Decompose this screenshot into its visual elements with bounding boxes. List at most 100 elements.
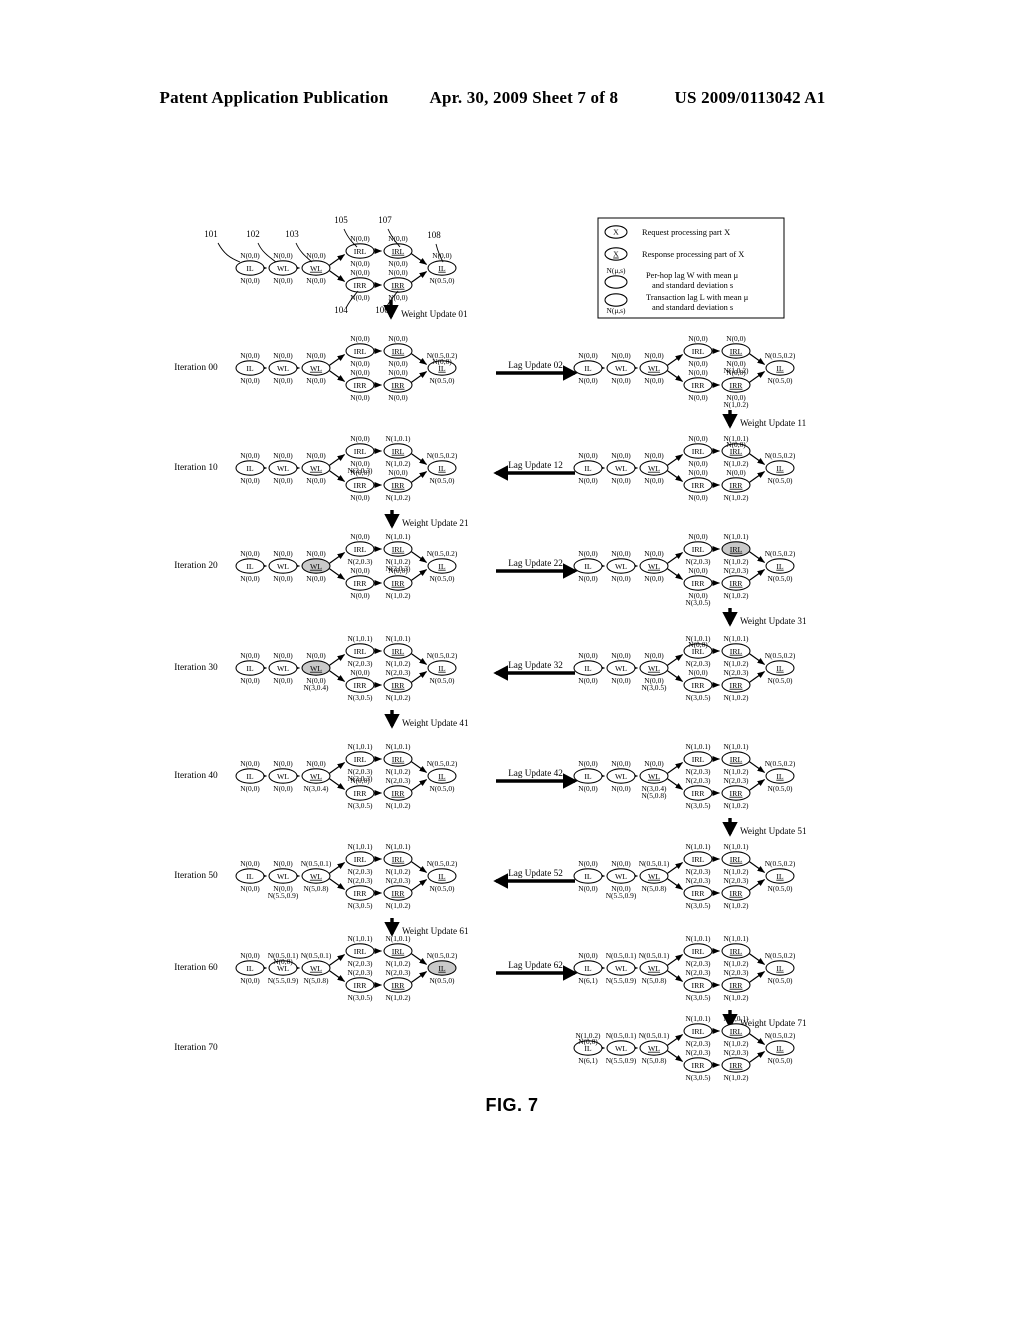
- node-top-dist-alt-wl1: N(0,0): [273, 957, 293, 966]
- node-label-irr2: IRR: [392, 481, 406, 490]
- node-top-dist-il2: N(0.5,0.2): [765, 549, 796, 558]
- node-bottom-dist-irr2: N(1,0.2): [723, 693, 749, 702]
- node-label-irl1: IRL: [354, 247, 367, 256]
- node-bottom-dist-il1: N(0,0): [240, 976, 260, 985]
- graph-edge: [749, 1033, 765, 1045]
- graph-edge: [749, 453, 765, 465]
- node-top-dist-irr2: N(2,0.3): [385, 968, 411, 977]
- node-top-dist-il1: N(0,0): [578, 549, 598, 558]
- node-bottom-dist-il2: N(0.5,0): [429, 784, 455, 793]
- node-top-dist-il1: N(0,0): [240, 351, 260, 360]
- graph-edge: [667, 354, 683, 366]
- node-top-dist-irr1: N(0,0): [688, 668, 708, 677]
- graph-edge: [667, 778, 683, 790]
- node-top-dist-irl2: N(1,0.1): [723, 1014, 749, 1023]
- node-bottom-dist-irl2: N(1,0.2): [723, 959, 749, 968]
- node-label-wl1: WL: [615, 364, 627, 373]
- graph-edge: [749, 671, 765, 683]
- node-bottom-dist-il1: N(6,1): [578, 976, 598, 985]
- node-label-wl1: WL: [615, 964, 627, 973]
- node-label-il1: IL: [584, 964, 592, 973]
- node-label-irr2: IRR: [730, 579, 744, 588]
- iteration-4-right-graph: IL N(0,0) N(0,0) WL N(0,0) N(0,0) WL N(0,0) N(3,…: [573, 742, 796, 810]
- node-top-dist-il2: N(0.5,0.2): [765, 951, 796, 960]
- node-label-irr2: IRR: [730, 681, 744, 690]
- node-bottom-dist-irl2: N(1,0.2): [723, 867, 749, 876]
- node-bottom-dist-irl2: N(1,0.2): [723, 767, 749, 776]
- node-bottom-dist-irl2: N(1,0.2): [723, 659, 749, 668]
- node-bottom-dist-irl2: N(1,0.2): [723, 557, 749, 566]
- node-bottom-dist-il2: N(0.5,0): [767, 884, 793, 893]
- node-bottom-dist-wl2: N(0,0): [306, 276, 326, 285]
- iteration-5-right-graph: ILN(0,0)N(0,0)WLN(0,0)N(0,0)N(5.5,0.9)WL…: [573, 842, 796, 910]
- node-top-dist-wl2: N(0,0): [644, 451, 664, 460]
- node-top-dist-irl1: N(1,0.1): [347, 934, 373, 943]
- lag-update-label-0: Lag Update 02: [508, 360, 563, 370]
- reference-leader-101: [217, 242, 241, 263]
- node-bottom-dist-irl2: N(1,0.2): [385, 959, 411, 968]
- node-top-dist-irr2: N(0,0): [726, 368, 746, 377]
- node-bottom-dist-irr2: N(1,0.2): [723, 801, 749, 810]
- node-label-wl2: WL: [648, 1044, 660, 1053]
- graph-edge: [667, 1034, 683, 1046]
- node-bottom-dist-wl1: N(0,0): [611, 476, 631, 485]
- node-top-dist-irr1: N(2,0.3): [347, 876, 373, 885]
- node-label-irl1: IRL: [692, 347, 705, 356]
- node-bottom-dist-irl1: N(2,0.3): [347, 867, 373, 876]
- node-label-irr1: IRR: [692, 789, 706, 798]
- node-label-irl2: IRL: [392, 947, 405, 956]
- graph-edge: [667, 470, 683, 482]
- legend-transaction-text-2: and standard deviation s: [652, 303, 733, 312]
- node-label-irl2: IRL: [392, 755, 405, 764]
- node-bottom-dist-irl1: N(2,0.3): [685, 557, 711, 566]
- node-label-irl2: IRL: [730, 947, 743, 956]
- graph-edge: [667, 654, 683, 666]
- node-top-dist-irr1: N(0,0): [688, 566, 708, 575]
- node-bottom-dist-irr2: N(1,0.2): [723, 591, 749, 600]
- node-top-dist-irr2: N(2,0.3): [385, 668, 411, 677]
- node-label-il1: IL: [246, 964, 254, 973]
- node-label-wl2: WL: [310, 562, 322, 571]
- iteration-label-3: Iteration 30: [174, 663, 218, 673]
- lag-update-label-3: Lag Update 32: [508, 660, 563, 670]
- node-label-il2: IL: [776, 464, 784, 473]
- node-bottom-dist-il2: N(0.5,0): [767, 784, 793, 793]
- node-label-wl2: WL: [648, 664, 660, 673]
- node-bottom-dist-irl1: N(0,0): [688, 359, 708, 368]
- node-top-dist-il1: N(0,0): [240, 951, 260, 960]
- node-label-il1: IL: [584, 772, 592, 781]
- node-label-il1: IL: [246, 364, 254, 373]
- node-label-irl2: IRL: [730, 855, 743, 864]
- node-bottom-dist-il1: N(0,0): [578, 376, 598, 385]
- node-bottom-dist-alt-wl1: N(5.5,0.9): [606, 891, 637, 900]
- node-label-irl2: IRL: [392, 247, 405, 256]
- node-bottom-dist-wl1: N(0,0): [273, 574, 293, 583]
- node-top-dist-irr1: N(0,0): [688, 468, 708, 477]
- node-top-dist-irr1: N(2,0.3): [685, 876, 711, 885]
- graph-edge: [329, 862, 345, 874]
- node-label-irl1: IRL: [354, 347, 367, 356]
- weight-update-label-01: Weight Update 01: [401, 309, 468, 319]
- node-bottom-dist-irl1: N(2,0.3): [685, 1039, 711, 1048]
- node-bottom-dist-wl2: N(5,0.8): [303, 884, 329, 893]
- node-label-wl1: WL: [277, 364, 289, 373]
- node-bottom-dist-irr2: N(1,0.2): [723, 993, 749, 1002]
- graph-edge: [667, 1050, 683, 1062]
- node-label-wl2: WL: [648, 464, 660, 473]
- node-top-dist-irr2: N(2,0.3): [723, 776, 749, 785]
- legend-perhop-node[interactable]: [604, 275, 628, 289]
- node-label-il1: IL: [584, 562, 592, 571]
- node-label-wl2: WL: [310, 772, 322, 781]
- node-label-il2: IL: [776, 364, 784, 373]
- legend-transaction-node[interactable]: [604, 293, 628, 307]
- node-label-wl1: WL: [615, 1044, 627, 1053]
- node-top-dist-il2: N(0.5,0.2): [765, 1031, 796, 1040]
- node-top-dist-irr2: N(2,0.3): [723, 876, 749, 885]
- graph-edge: [411, 761, 427, 773]
- node-top-dist-il2: N(0,0): [432, 251, 452, 260]
- node-bottom-dist-irr1: N(3,0.5): [685, 801, 711, 810]
- node-bottom-dist-irl2: N(1,0.2): [385, 459, 411, 468]
- iteration-2-right-graph: IL N(0,0) N(0,0) WL N(0,0) N(0,0) WL N(0,0) N(0,…: [573, 532, 796, 607]
- node-bottom-dist-il1: N(0,0): [240, 276, 260, 285]
- node-top-dist-wl2: N(0.5,0.1): [301, 951, 332, 960]
